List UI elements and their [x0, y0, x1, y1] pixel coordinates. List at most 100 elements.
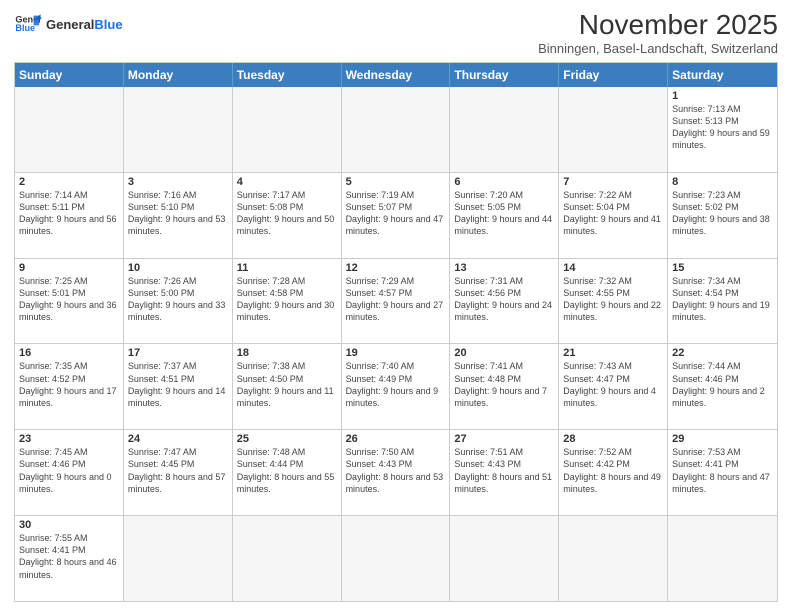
day-number: 9: [19, 262, 119, 274]
day-info: Sunrise: 7:20 AMSunset: 5:05 PMDaylight:…: [454, 189, 554, 238]
calendar-cell-20: 20Sunrise: 7:41 AMSunset: 4:48 PMDayligh…: [450, 344, 559, 429]
day-info: Sunrise: 7:51 AMSunset: 4:43 PMDaylight:…: [454, 446, 554, 495]
day-number: 15: [672, 262, 773, 274]
day-number: 14: [563, 262, 663, 274]
day-info: Sunrise: 7:38 AMSunset: 4:50 PMDaylight:…: [237, 360, 337, 409]
calendar-cell-3: 3Sunrise: 7:16 AMSunset: 5:10 PMDaylight…: [124, 173, 233, 258]
day-number: 20: [454, 347, 554, 359]
calendar-cell-15: 15Sunrise: 7:34 AMSunset: 4:54 PMDayligh…: [668, 259, 777, 344]
day-info: Sunrise: 7:47 AMSunset: 4:45 PMDaylight:…: [128, 446, 228, 495]
title-block: November 2025 Binningen, Basel-Landschaf…: [538, 10, 778, 56]
calendar-cell-14: 14Sunrise: 7:32 AMSunset: 4:55 PMDayligh…: [559, 259, 668, 344]
day-number: 25: [237, 433, 337, 445]
calendar-header-friday: Friday: [559, 63, 668, 87]
day-info: Sunrise: 7:48 AMSunset: 4:44 PMDaylight:…: [237, 446, 337, 495]
calendar-cell-empty: [124, 516, 233, 601]
day-number: 27: [454, 433, 554, 445]
logo-icon: General Blue: [14, 10, 42, 38]
day-number: 13: [454, 262, 554, 274]
calendar-header-saturday: Saturday: [668, 63, 777, 87]
day-number: 30: [19, 519, 119, 531]
day-number: 11: [237, 262, 337, 274]
calendar-cell-empty: [15, 87, 124, 172]
calendar-cell-7: 7Sunrise: 7:22 AMSunset: 5:04 PMDaylight…: [559, 173, 668, 258]
calendar-cell-17: 17Sunrise: 7:37 AMSunset: 4:51 PMDayligh…: [124, 344, 233, 429]
calendar-cell-empty: [450, 516, 559, 601]
day-info: Sunrise: 7:32 AMSunset: 4:55 PMDaylight:…: [563, 275, 663, 324]
calendar-cell-empty: [342, 516, 451, 601]
calendar-cell-24: 24Sunrise: 7:47 AMSunset: 4:45 PMDayligh…: [124, 430, 233, 515]
day-number: 7: [563, 176, 663, 188]
calendar-header: SundayMondayTuesdayWednesdayThursdayFrid…: [15, 63, 777, 87]
day-number: 23: [19, 433, 119, 445]
day-number: 10: [128, 262, 228, 274]
day-number: 16: [19, 347, 119, 359]
calendar-week-5: 30Sunrise: 7:55 AMSunset: 4:41 PMDayligh…: [15, 516, 777, 601]
day-info: Sunrise: 7:37 AMSunset: 4:51 PMDaylight:…: [128, 360, 228, 409]
calendar-header-thursday: Thursday: [450, 63, 559, 87]
calendar-header-tuesday: Tuesday: [233, 63, 342, 87]
day-number: 21: [563, 347, 663, 359]
main-title: November 2025: [538, 10, 778, 41]
day-info: Sunrise: 7:44 AMSunset: 4:46 PMDaylight:…: [672, 360, 773, 409]
calendar-cell-27: 27Sunrise: 7:51 AMSunset: 4:43 PMDayligh…: [450, 430, 559, 515]
day-info: Sunrise: 7:22 AMSunset: 5:04 PMDaylight:…: [563, 189, 663, 238]
day-info: Sunrise: 7:31 AMSunset: 4:56 PMDaylight:…: [454, 275, 554, 324]
day-number: 17: [128, 347, 228, 359]
day-info: Sunrise: 7:50 AMSunset: 4:43 PMDaylight:…: [346, 446, 446, 495]
day-number: 1: [672, 90, 773, 102]
calendar-cell-29: 29Sunrise: 7:53 AMSunset: 4:41 PMDayligh…: [668, 430, 777, 515]
day-number: 26: [346, 433, 446, 445]
calendar-cell-empty: [124, 87, 233, 172]
day-info: Sunrise: 7:55 AMSunset: 4:41 PMDaylight:…: [19, 532, 119, 581]
day-number: 8: [672, 176, 773, 188]
calendar-cell-empty: [233, 516, 342, 601]
calendar-cell-25: 25Sunrise: 7:48 AMSunset: 4:44 PMDayligh…: [233, 430, 342, 515]
day-info: Sunrise: 7:52 AMSunset: 4:42 PMDaylight:…: [563, 446, 663, 495]
calendar-cell-8: 8Sunrise: 7:23 AMSunset: 5:02 PMDaylight…: [668, 173, 777, 258]
day-info: Sunrise: 7:41 AMSunset: 4:48 PMDaylight:…: [454, 360, 554, 409]
calendar-cell-empty: [342, 87, 451, 172]
day-info: Sunrise: 7:28 AMSunset: 4:58 PMDaylight:…: [237, 275, 337, 324]
svg-text:Blue: Blue: [15, 23, 35, 33]
calendar-cell-10: 10Sunrise: 7:26 AMSunset: 5:00 PMDayligh…: [124, 259, 233, 344]
calendar-week-3: 16Sunrise: 7:35 AMSunset: 4:52 PMDayligh…: [15, 344, 777, 430]
calendar-cell-5: 5Sunrise: 7:19 AMSunset: 5:07 PMDaylight…: [342, 173, 451, 258]
day-info: Sunrise: 7:16 AMSunset: 5:10 PMDaylight:…: [128, 189, 228, 238]
calendar-body: 1Sunrise: 7:13 AMSunset: 5:13 PMDaylight…: [15, 87, 777, 601]
day-info: Sunrise: 7:14 AMSunset: 5:11 PMDaylight:…: [19, 189, 119, 238]
calendar-week-1: 2Sunrise: 7:14 AMSunset: 5:11 PMDaylight…: [15, 173, 777, 259]
day-info: Sunrise: 7:45 AMSunset: 4:46 PMDaylight:…: [19, 446, 119, 495]
calendar-cell-12: 12Sunrise: 7:29 AMSunset: 4:57 PMDayligh…: [342, 259, 451, 344]
day-number: 6: [454, 176, 554, 188]
day-number: 18: [237, 347, 337, 359]
day-number: 24: [128, 433, 228, 445]
day-info: Sunrise: 7:19 AMSunset: 5:07 PMDaylight:…: [346, 189, 446, 238]
day-info: Sunrise: 7:43 AMSunset: 4:47 PMDaylight:…: [563, 360, 663, 409]
day-info: Sunrise: 7:25 AMSunset: 5:01 PMDaylight:…: [19, 275, 119, 324]
calendar-cell-16: 16Sunrise: 7:35 AMSunset: 4:52 PMDayligh…: [15, 344, 124, 429]
day-number: 22: [672, 347, 773, 359]
day-info: Sunrise: 7:40 AMSunset: 4:49 PMDaylight:…: [346, 360, 446, 409]
calendar-cell-empty: [233, 87, 342, 172]
calendar-cell-22: 22Sunrise: 7:44 AMSunset: 4:46 PMDayligh…: [668, 344, 777, 429]
day-info: Sunrise: 7:26 AMSunset: 5:00 PMDaylight:…: [128, 275, 228, 324]
calendar-cell-28: 28Sunrise: 7:52 AMSunset: 4:42 PMDayligh…: [559, 430, 668, 515]
calendar-cell-11: 11Sunrise: 7:28 AMSunset: 4:58 PMDayligh…: [233, 259, 342, 344]
day-info: Sunrise: 7:34 AMSunset: 4:54 PMDaylight:…: [672, 275, 773, 324]
logo: General Blue GeneralBlue: [14, 10, 123, 38]
calendar-header-wednesday: Wednesday: [342, 63, 451, 87]
calendar-cell-18: 18Sunrise: 7:38 AMSunset: 4:50 PMDayligh…: [233, 344, 342, 429]
day-info: Sunrise: 7:23 AMSunset: 5:02 PMDaylight:…: [672, 189, 773, 238]
calendar-cell-1: 1Sunrise: 7:13 AMSunset: 5:13 PMDaylight…: [668, 87, 777, 172]
calendar-header-sunday: Sunday: [15, 63, 124, 87]
subtitle: Binningen, Basel-Landschaft, Switzerland: [538, 41, 778, 56]
calendar-cell-empty: [450, 87, 559, 172]
day-number: 3: [128, 176, 228, 188]
day-number: 5: [346, 176, 446, 188]
calendar-cell-empty: [559, 516, 668, 601]
page-header: General Blue GeneralBlue November 2025 B…: [14, 10, 778, 56]
calendar-week-0: 1Sunrise: 7:13 AMSunset: 5:13 PMDaylight…: [15, 87, 777, 173]
calendar-cell-13: 13Sunrise: 7:31 AMSunset: 4:56 PMDayligh…: [450, 259, 559, 344]
calendar: SundayMondayTuesdayWednesdayThursdayFrid…: [14, 62, 778, 602]
